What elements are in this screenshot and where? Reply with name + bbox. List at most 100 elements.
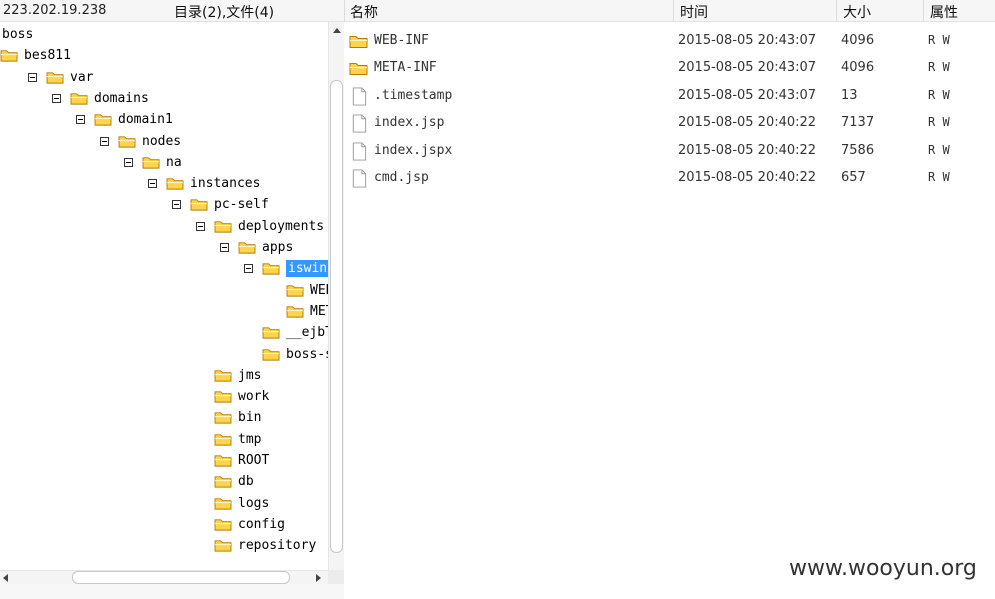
file-name: index.jspx	[374, 142, 453, 158]
file-size: 7137	[841, 115, 875, 131]
column-header-attributes[interactable]: 属性	[930, 2, 958, 22]
open-folder-icon	[262, 263, 280, 275]
tree-node-label: domain1	[118, 112, 173, 127]
tree-node[interactable]: __ejbTimer	[0, 322, 328, 343]
tree-horizontal-scrollbar[interactable]	[0, 570, 328, 584]
open-folder-icon	[238, 242, 256, 254]
tree-node-label: repository	[238, 538, 317, 553]
file-icon	[349, 114, 369, 133]
open-folder-icon	[70, 91, 89, 106]
tree-node-label: bes811	[24, 48, 71, 63]
column-divider[interactable]	[923, 0, 924, 22]
tree-node[interactable]: bes811	[0, 45, 328, 66]
tree-node-label: logs	[238, 496, 270, 511]
tree-node[interactable]: config	[0, 514, 328, 535]
tree-node[interactable]: deployments	[0, 216, 328, 237]
tree-node[interactable]: logs	[0, 493, 328, 514]
column-divider[interactable]	[836, 0, 837, 22]
file-list: WEB-INF 2015-08-05 20:43:07 4096 R W META-IN…	[344, 22, 995, 599]
tree-node-label: config	[238, 517, 285, 532]
tree-node[interactable]: apps	[0, 237, 328, 258]
file-modified-time: 2015-08-05 20:40:22	[678, 115, 817, 131]
open-folder-icon	[70, 93, 88, 105]
folder-icon	[349, 32, 369, 51]
column-header-size[interactable]: 大小	[843, 2, 871, 22]
scroll-thumb[interactable]	[72, 571, 290, 584]
tree-node-label: tmp	[238, 432, 262, 447]
file-size: 4096	[841, 60, 875, 76]
tree-node[interactable]: iswin	[0, 258, 328, 279]
column-divider[interactable]	[344, 0, 345, 22]
tree-node[interactable]: na	[0, 152, 328, 173]
open-folder-icon	[190, 197, 209, 212]
tree-node[interactable]: ROOT	[0, 450, 328, 471]
tree-node[interactable]: nodes	[0, 131, 328, 152]
file-size: 7586	[841, 142, 875, 158]
tree-node[interactable]: instances	[0, 173, 328, 194]
folder-icon	[214, 434, 232, 446]
tree-node[interactable]: pc-self	[0, 194, 328, 215]
tree-node[interactable]: work	[0, 386, 328, 407]
file-row[interactable]: META-INF 2015-08-05 20:43:07 4096 R W	[344, 54, 995, 81]
collapse-toggle-icon[interactable]	[172, 200, 181, 209]
tree-vertical-scrollbar[interactable]	[328, 22, 344, 570]
file-attributes: R W	[928, 170, 950, 184]
tree-node[interactable]: db	[0, 471, 328, 492]
folder-icon	[262, 349, 280, 361]
tree-node[interactable]: boss-self	[0, 344, 328, 365]
collapse-toggle-icon[interactable]	[196, 222, 205, 231]
folder-icon	[262, 325, 281, 340]
folder-icon	[214, 476, 232, 488]
scroll-thumb[interactable]	[330, 80, 343, 553]
file-row[interactable]: cmd.jsp 2015-08-05 20:40:22 657 R W	[344, 164, 995, 191]
tree-node[interactable]: bin	[0, 407, 328, 428]
file-icon	[352, 87, 367, 106]
folder-icon	[214, 517, 233, 532]
tree-node[interactable]: var	[0, 67, 328, 88]
folder-icon	[214, 410, 233, 425]
file-row[interactable]: index.jsp 2015-08-05 20:40:22 7137 R W	[344, 109, 995, 136]
tree-node[interactable]: WEB-INF	[0, 280, 328, 301]
tree-node[interactable]: boss	[0, 24, 328, 45]
tree-node-label: META-INF	[310, 304, 328, 319]
tree-node-label: WEB-INF	[310, 283, 328, 298]
collapse-toggle-icon[interactable]	[76, 115, 85, 124]
tree-node-label: instances	[190, 176, 261, 191]
collapse-toggle-icon[interactable]	[148, 179, 157, 188]
collapse-toggle-icon[interactable]	[100, 137, 109, 146]
file-row[interactable]: .timestamp 2015-08-05 20:43:07 13 R W	[344, 82, 995, 109]
tree-node[interactable]: repository	[0, 535, 328, 556]
scroll-right-arrow-icon[interactable]	[316, 574, 321, 582]
file-size: 4096	[841, 33, 875, 48]
column-header-name[interactable]: 名称	[350, 2, 378, 22]
collapse-toggle-icon[interactable]	[220, 243, 229, 252]
tree-node[interactable]: tmp	[0, 429, 328, 450]
collapse-toggle-icon[interactable]	[52, 94, 61, 103]
column-divider[interactable]	[673, 0, 674, 22]
tree-node[interactable]: domains	[0, 88, 328, 109]
file-icon	[349, 169, 369, 188]
file-icon	[352, 169, 367, 188]
tree-node[interactable]: jms	[0, 365, 328, 386]
file-modified-time: 2015-08-05 20:43:07	[678, 33, 817, 48]
scroll-left-arrow-icon[interactable]	[3, 574, 8, 582]
open-folder-icon	[214, 219, 233, 234]
file-name: META-INF	[374, 60, 437, 76]
open-folder-icon	[142, 157, 160, 169]
tree-node-label: pc-self	[214, 197, 269, 212]
folder-icon	[214, 389, 233, 404]
collapse-toggle-icon[interactable]	[28, 73, 37, 82]
tree-node-label: iswin	[286, 260, 328, 277]
file-icon	[349, 142, 369, 161]
tree-node[interactable]: domain1	[0, 109, 328, 130]
file-row[interactable]: WEB-INF 2015-08-05 20:43:07 4096 R W	[344, 27, 995, 54]
column-header-time[interactable]: 时间	[680, 2, 708, 22]
folder-icon	[286, 304, 305, 319]
scroll-up-arrow-icon[interactable]	[333, 28, 341, 33]
tree-node[interactable]: META-INF	[0, 301, 328, 322]
folder-icon	[214, 368, 233, 383]
collapse-toggle-icon[interactable]	[244, 264, 253, 273]
collapse-toggle-icon[interactable]	[124, 158, 133, 167]
file-row[interactable]: index.jspx 2015-08-05 20:40:22 7586 R W	[344, 137, 995, 164]
file-attributes: R W	[928, 87, 950, 102]
